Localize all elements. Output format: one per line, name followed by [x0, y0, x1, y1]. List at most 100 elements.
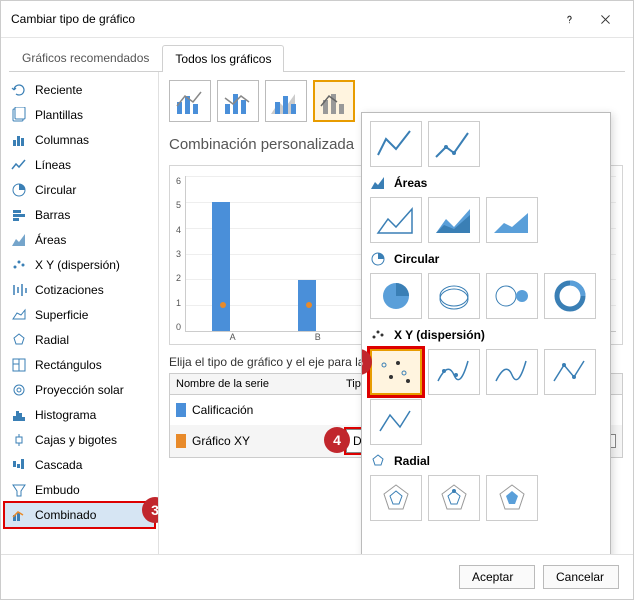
- gallery-scatter-dots[interactable]: 5: [370, 349, 422, 395]
- column-chart-icon: [11, 132, 27, 148]
- tab-recommended[interactable]: Gráficos recomendados: [9, 44, 162, 71]
- histogram-icon: [11, 407, 27, 423]
- radar-chart-icon: [11, 332, 27, 348]
- sidebar-item-plantillas[interactable]: Plantillas: [5, 103, 154, 127]
- sidebar-item-columnas[interactable]: Columnas: [5, 128, 154, 152]
- chart-category-sidebar: Reciente Plantillas Columnas Líneas Circ…: [1, 72, 159, 554]
- gallery-pie-3[interactable]: [486, 273, 538, 319]
- gallery-pie-2[interactable]: [428, 273, 480, 319]
- chart-type-gallery[interactable]: Áreas Circular X Y (dispersión) 5: [361, 112, 611, 554]
- callout-badge-4: 4: [324, 427, 350, 453]
- stock-chart-icon: [11, 282, 27, 298]
- sidebar-item-cajas[interactable]: Cajas y bigotes: [5, 428, 154, 452]
- cancel-button[interactable]: Cancelar: [543, 565, 619, 589]
- combo-subtype-custom[interactable]: [313, 80, 355, 122]
- sidebar-item-label: Radial: [35, 333, 69, 347]
- dialog-footer: Aceptar Cancelar: [1, 554, 633, 599]
- sidebar-item-label: Combinado: [35, 508, 96, 522]
- sidebar-item-lineas[interactable]: Líneas: [5, 153, 154, 177]
- series-swatch-blue: [176, 403, 186, 417]
- dialog-title: Cambiar tipo de gráfico: [11, 12, 551, 26]
- surface-chart-icon: [11, 307, 27, 323]
- gallery-line-2[interactable]: [428, 121, 480, 167]
- bar-chart-icon: [11, 207, 27, 223]
- scatter-chart-icon: [370, 327, 386, 343]
- sidebar-item-label: Plantillas: [35, 108, 83, 122]
- waterfall-icon: [11, 457, 27, 473]
- gallery-line-1[interactable]: [370, 121, 422, 167]
- sidebar-item-areas[interactable]: Áreas: [5, 228, 154, 252]
- sidebar-item-label: Líneas: [35, 158, 71, 172]
- sunburst-icon: [11, 382, 27, 398]
- gallery-area-1[interactable]: [370, 197, 422, 243]
- gallery-cat-circular: Circular: [370, 251, 602, 267]
- scatter-chart-icon: [11, 257, 27, 273]
- tabstrip: Gráficos recomendados Todos los gráficos: [1, 38, 633, 71]
- sidebar-item-label: Embudo: [35, 483, 80, 497]
- gallery-scatter-smooth[interactable]: [486, 349, 538, 395]
- callout-badge-5: 5: [361, 349, 372, 375]
- help-button[interactable]: [551, 7, 587, 31]
- close-button[interactable]: [587, 7, 623, 31]
- sidebar-item-xy[interactable]: X Y (dispersión): [5, 253, 154, 277]
- gallery-pie-1[interactable]: [370, 273, 422, 319]
- templates-icon: [11, 107, 27, 123]
- radar-chart-icon: [370, 453, 386, 469]
- sidebar-item-superficie[interactable]: Superficie: [5, 303, 154, 327]
- area-chart-icon: [370, 175, 386, 191]
- sidebar-item-cotizaciones[interactable]: Cotizaciones: [5, 278, 154, 302]
- sidebar-item-histograma[interactable]: Histograma: [5, 403, 154, 427]
- gallery-scatter-straight[interactable]: [370, 399, 422, 445]
- gallery-pie-4[interactable]: [544, 273, 596, 319]
- gallery-scatter-straight-markers[interactable]: [544, 349, 596, 395]
- sidebar-item-label: Cajas y bigotes: [35, 433, 117, 447]
- gallery-area-3[interactable]: [486, 197, 538, 243]
- gallery-area-2[interactable]: [428, 197, 480, 243]
- change-chart-type-dialog: Cambiar tipo de gráfico Gráficos recomen…: [0, 0, 634, 600]
- sidebar-item-label: Superficie: [35, 308, 88, 322]
- sidebar-item-label: Columnas: [35, 133, 89, 147]
- gallery-scatter-smooth-markers[interactable]: [428, 349, 480, 395]
- treemap-icon: [11, 357, 27, 373]
- area-chart-icon: [11, 232, 27, 248]
- sidebar-item-radial[interactable]: Radial: [5, 328, 154, 352]
- combo-subtype-3[interactable]: [265, 80, 307, 122]
- gallery-radar-3[interactable]: [486, 475, 538, 521]
- sidebar-item-label: Reciente: [35, 83, 82, 97]
- sidebar-item-barras[interactable]: Barras: [5, 203, 154, 227]
- boxplot-icon: [11, 432, 27, 448]
- tab-all-charts[interactable]: Todos los gráficos: [162, 45, 284, 72]
- pie-chart-icon: [370, 251, 386, 267]
- sidebar-item-label: Histograma: [35, 408, 96, 422]
- sidebar-item-proyeccion[interactable]: Proyección solar: [5, 378, 154, 402]
- sidebar-item-label: X Y (dispersión): [35, 258, 120, 272]
- funnel-icon: [11, 482, 27, 498]
- combo-chart-icon: [11, 507, 27, 523]
- gallery-radar-2[interactable]: [428, 475, 480, 521]
- gallery-cat-radial: Radial: [370, 453, 602, 469]
- combo-subtype-2[interactable]: [217, 80, 259, 122]
- sidebar-item-rectangulos[interactable]: Rectángulos: [5, 353, 154, 377]
- callout-badge-3: 3: [142, 497, 159, 523]
- sidebar-item-label: Áreas: [35, 233, 66, 247]
- sidebar-item-label: Rectángulos: [35, 358, 102, 372]
- gallery-radar-1[interactable]: [370, 475, 422, 521]
- gallery-cat-xy: X Y (dispersión): [370, 327, 602, 343]
- sidebar-item-embudo[interactable]: Embudo: [5, 478, 154, 502]
- gallery-cat-areas: Áreas: [370, 175, 602, 191]
- combo-subtype-1[interactable]: [169, 80, 211, 122]
- sidebar-item-label: Cascada: [35, 458, 82, 472]
- sidebar-item-label: Barras: [35, 208, 70, 222]
- sidebar-item-label: Proyección solar: [35, 383, 124, 397]
- titlebar: Cambiar tipo de gráfico: [1, 1, 633, 38]
- sidebar-item-label: Circular: [35, 183, 76, 197]
- series-swatch-orange: [176, 434, 186, 448]
- sidebar-item-cascada[interactable]: Cascada: [5, 453, 154, 477]
- sidebar-item-label: Cotizaciones: [35, 283, 104, 297]
- sidebar-item-reciente[interactable]: Reciente: [5, 78, 154, 102]
- pie-chart-icon: [11, 182, 27, 198]
- sidebar-item-circular[interactable]: Circular: [5, 178, 154, 202]
- sidebar-item-combinado[interactable]: Combinado 3: [5, 503, 154, 527]
- ok-button[interactable]: Aceptar: [459, 565, 535, 589]
- recent-icon: [11, 82, 27, 98]
